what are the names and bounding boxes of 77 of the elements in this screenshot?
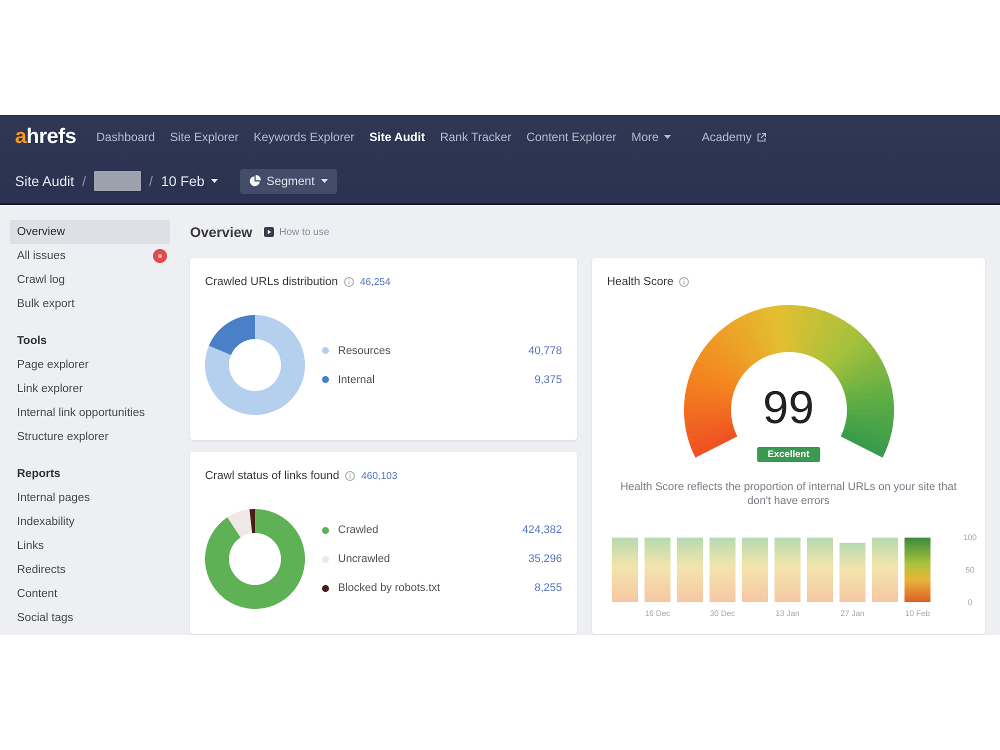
axis-label: 100 [963,533,977,542]
rating-badge: Excellent [756,447,820,462]
date-dropdown[interactable]: 10 Feb [160,173,218,189]
info-icon [345,471,356,481]
sidebar-item[interactable]: All issues [10,244,170,268]
chart-bar [710,538,736,602]
legend-value[interactable]: 40,778 [528,344,562,356]
sidebar-item[interactable]: Social tags [10,606,170,630]
video-icon [264,227,274,237]
section-heading: Reports [17,467,62,482]
legend-value[interactable]: 9,375 [534,374,562,386]
axis-label: 30 Dec [710,609,736,618]
chart-bar [872,538,898,602]
description-text: Health Score reflects the proportion of internal URLs on your site that don't have errors [619,480,958,508]
segment-button[interactable]: Segment [240,168,337,194]
axis-label: 10 Feb [905,609,930,618]
card-title: Crawled URLs distribution [205,276,338,288]
sidebar-item[interactable]: Structure explorer [10,425,170,449]
caret-icon [210,179,218,183]
legend-value[interactable]: 35,296 [528,553,562,565]
total-count[interactable]: 460,103 [361,470,398,482]
logo[interactable]: ahrefs [15,125,76,149]
axis-label: 16 Dec [644,609,670,618]
chart-bar [840,542,866,602]
legend-label: Internal [338,374,376,386]
nav-link[interactable]: More [631,130,671,144]
caret-icon [320,179,328,183]
nav-link[interactable]: Site Explorer [170,130,239,144]
legend-label: Crawled [338,524,380,536]
score-value: 99 [762,382,814,432]
axis-label: 13 Jan [775,609,800,618]
sidebar-item[interactable]: Redirects [10,558,170,582]
chart-bar [612,538,638,602]
sidebar-item[interactable]: Links [10,534,170,558]
sidebar-item[interactable]: Crawl log [10,268,170,292]
legend-label: Uncrawled [338,553,391,565]
external-link-icon [756,132,766,142]
sidebar-item[interactable]: Content [10,582,170,606]
legend-value[interactable]: 8,255 [534,582,562,594]
sidebar-item[interactable]: Indexability [10,510,170,534]
sidebar-item[interactable]: Page explorer [10,353,170,377]
sidebar-item[interactable]: Bulk export [10,292,170,316]
card-title: Crawl status of links found [205,470,340,482]
chart-bar [742,538,768,602]
breadcrumb-separator: / [149,173,153,189]
legend-value[interactable]: 424,382 [522,524,562,536]
sidebar-item[interactable]: Internal link opportunities [10,401,170,425]
nav-link[interactable]: Keywords Explorer [254,130,354,144]
pie-chart-icon [248,175,261,187]
page-title: Overview [190,224,252,240]
section-heading: Tools [17,334,48,349]
sidebar-item[interactable]: Overview [10,220,170,244]
info-icon [679,277,690,287]
axis-label: 27 Jan [840,609,865,618]
chart-bar [904,538,930,602]
legend-label: Resources [338,344,392,356]
card-title: Health Score [607,276,674,288]
caret-icon [664,135,671,139]
sidebar-item[interactable]: Link explorer [10,377,170,401]
nav-link[interactable]: Dashboard [96,130,155,144]
breadcrumb-separator: / [82,173,86,189]
sidebar-item[interactable]: Internal pages [10,486,170,510]
redacted-block [94,171,142,191]
nav-link[interactable]: Academy [702,130,766,144]
chart-bar [774,538,800,602]
chart-bar [807,538,833,602]
legend-label: Blocked by robots.txt [338,582,442,594]
axis-label: 50 [966,566,974,574]
nav-link[interactable]: Content Explorer [526,130,616,144]
total-count[interactable]: 46,254 [360,276,391,288]
nav-link[interactable]: Site Audit [369,130,425,144]
chart-bar [677,538,703,602]
nav-link[interactable]: Rank Tracker [440,130,512,144]
axis-label: 0 [968,598,972,607]
chart-bar [644,538,670,602]
info-icon [344,277,354,287]
breadcrumb-link[interactable]: Site Audit [15,173,74,189]
